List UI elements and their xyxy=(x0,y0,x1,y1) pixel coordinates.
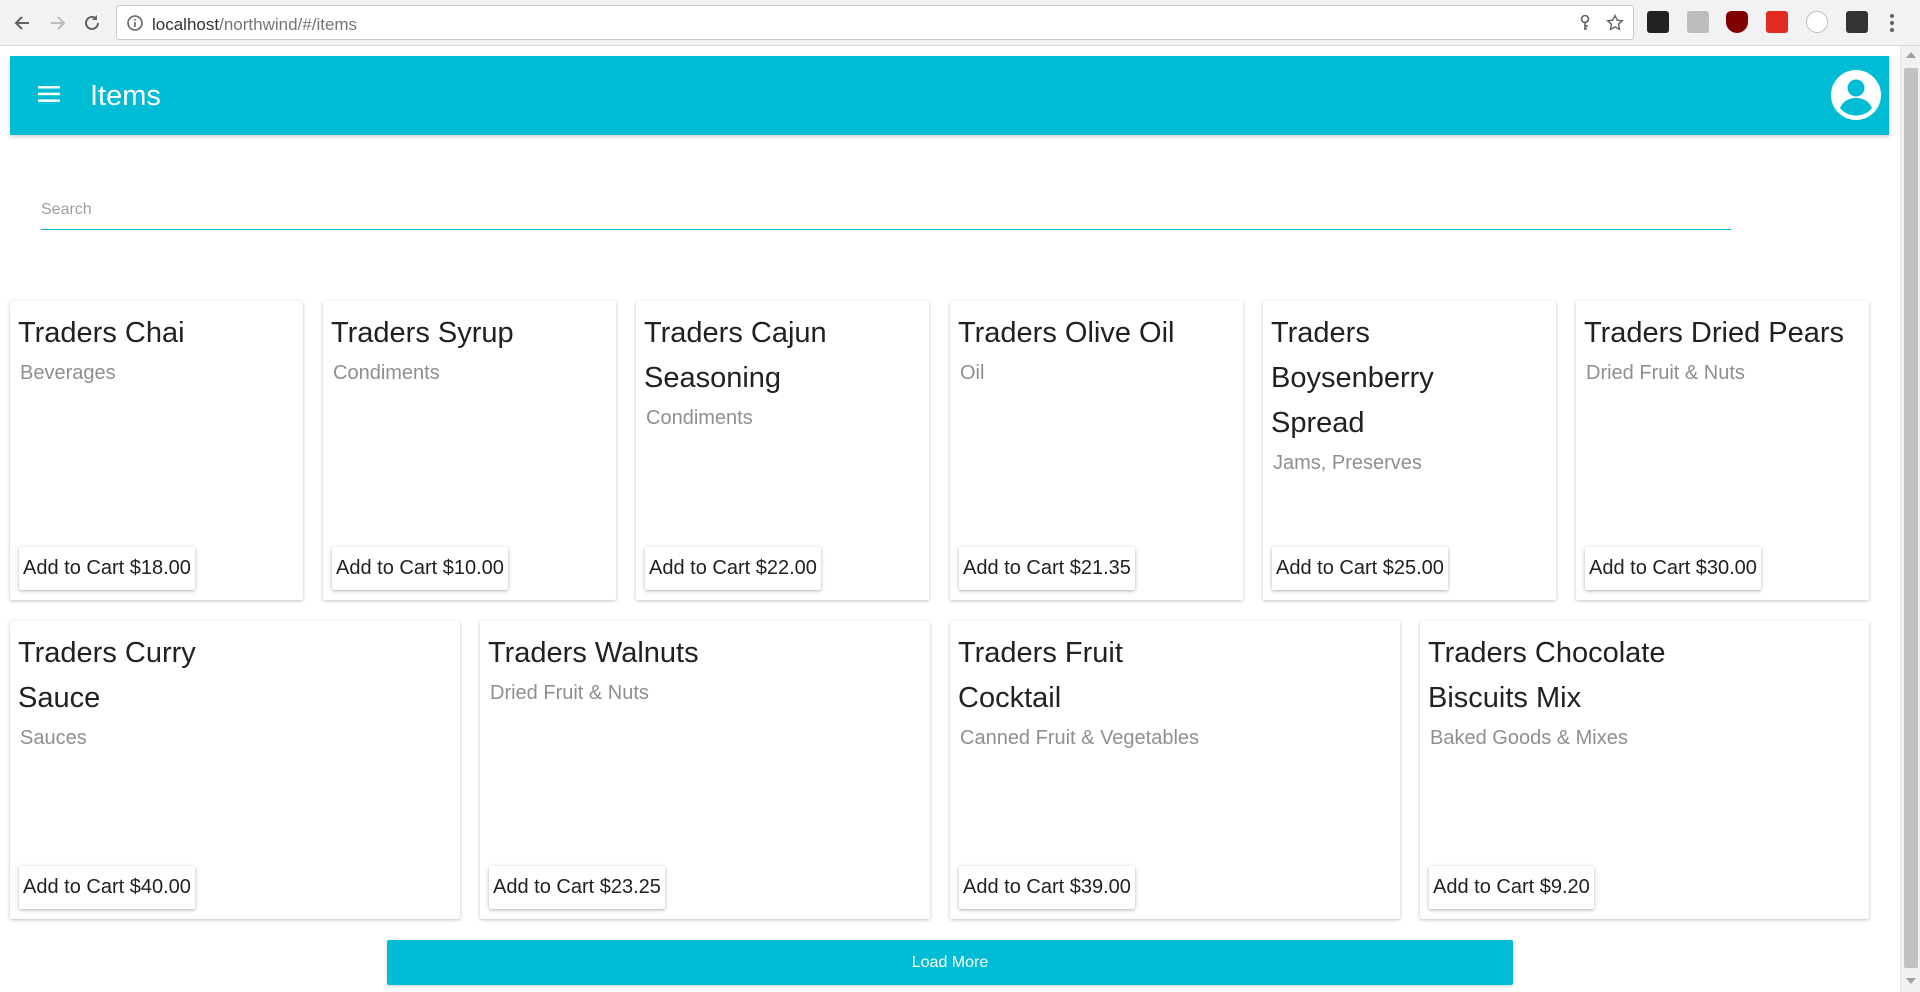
add-to-cart-button[interactable]: Add to Cart $22.00 xyxy=(645,547,821,590)
url-host: localhost xyxy=(152,15,220,34)
item-title-line: Traders Cajun xyxy=(644,317,827,349)
item-title: Traders Boysenberry Spread Jams, Preserves xyxy=(1271,311,1434,476)
address-bar[interactable]: localhost/northwind/#/items xyxy=(116,5,1634,40)
item-title: Traders Dried Pears Dried Fruit & Nuts xyxy=(1584,311,1844,386)
item-title-line: Traders Chai xyxy=(18,317,185,349)
item-title-line: Boysenberry xyxy=(1271,362,1434,394)
item-title-line: Cocktail xyxy=(958,682,1062,714)
item-card: Traders Boysenberry Spread Jams, Preserves A… xyxy=(1263,301,1556,600)
item-title-line: Traders Curry xyxy=(18,637,196,669)
item-card: Traders Olive Oil Oil Add to Cart $21.35 xyxy=(950,301,1243,600)
extension-k-icon[interactable] xyxy=(1687,11,1709,33)
extension-red-icon[interactable] xyxy=(1766,11,1788,33)
item-title: Traders Cajun Seasoning Condiments xyxy=(644,311,827,431)
add-to-cart-button[interactable]: Add to Cart $40.00 xyxy=(19,866,195,909)
item-card: Traders Curry Sauce Sauces Add to Cart $40.… xyxy=(10,621,460,919)
hamburger-menu-icon[interactable] xyxy=(37,82,61,111)
item-category: Canned Fruit & Vegetables xyxy=(960,727,1200,749)
item-title-line: Traders Fruit xyxy=(958,637,1123,669)
extension-glasses-icon[interactable] xyxy=(1647,11,1669,33)
item-category: Jams, Preserves xyxy=(1273,452,1422,474)
menu-dots-icon[interactable] xyxy=(1889,13,1895,38)
item-card: Traders Walnuts Dried Fruit & Nuts Add to … xyxy=(480,621,930,919)
load-more-button[interactable]: Load More xyxy=(387,940,1513,985)
item-category: Dried Fruit & Nuts xyxy=(1586,362,1745,384)
item-category: Sauces xyxy=(20,727,87,749)
item-card: Traders Fruit Cocktail Canned Fruit & Vege… xyxy=(950,621,1400,919)
extension-circle-icon[interactable] xyxy=(1806,11,1828,33)
back-icon[interactable] xyxy=(9,10,35,36)
forward-icon[interactable] xyxy=(45,10,71,36)
reload-icon[interactable] xyxy=(79,10,105,36)
item-title-line: Traders Dried Pears xyxy=(1584,317,1845,349)
add-to-cart-button[interactable]: Add to Cart $18.00 xyxy=(19,547,195,590)
add-to-cart-button[interactable]: Add to Cart $21.35 xyxy=(959,547,1135,590)
item-title-line: Spread xyxy=(1271,407,1365,439)
item-category: Condiments xyxy=(646,407,753,429)
item-category: Dried Fruit & Nuts xyxy=(490,682,649,704)
key-icon[interactable] xyxy=(1576,14,1594,37)
extension-film-icon[interactable] xyxy=(1846,11,1868,33)
scroll-up-icon[interactable] xyxy=(1906,52,1916,58)
item-card: Traders Dried Pears Dried Fruit & Nuts Add… xyxy=(1576,301,1869,600)
item-title: Traders Syrup Condiments xyxy=(331,311,514,386)
item-card: Traders Syrup Condiments Add to Cart $10.0… xyxy=(323,301,616,600)
item-card: Traders Chai Beverages Add to Cart $18.00 xyxy=(10,301,303,600)
add-to-cart-button[interactable]: Add to Cart $25.00 xyxy=(1272,547,1448,590)
scroll-down-icon[interactable] xyxy=(1906,978,1916,984)
url-text: localhost/northwind/#/items xyxy=(152,15,357,35)
add-to-cart-button[interactable]: Add to Cart $23.25 xyxy=(489,866,665,909)
item-title-line: Traders Walnuts xyxy=(488,637,699,669)
item-title-line: Sauce xyxy=(18,682,101,714)
scroll-thumb[interactable] xyxy=(1904,68,1918,968)
item-category: Baked Goods & Mixes xyxy=(1430,727,1628,749)
item-title: Traders Chocolate Biscuits Mix Baked Goods… xyxy=(1428,631,1665,751)
item-title-line: Seasoning xyxy=(644,362,782,394)
item-card: Traders Cajun Seasoning Condiments Add to C… xyxy=(636,301,929,600)
url-path: /northwind/#/items xyxy=(219,15,358,34)
add-to-cart-button[interactable]: Add to Cart $30.00 xyxy=(1585,547,1761,590)
item-title-line: Biscuits Mix xyxy=(1428,682,1582,714)
item-title: Traders Fruit Cocktail Canned Fruit & Vege… xyxy=(958,631,1199,751)
item-title: Traders Walnuts Dried Fruit & Nuts xyxy=(488,631,699,706)
browser-toolbar: localhost/northwind/#/items xyxy=(0,0,1920,46)
bookmark-star-icon[interactable] xyxy=(1606,13,1624,37)
search-field[interactable] xyxy=(41,183,1731,230)
site-info-icon[interactable] xyxy=(126,14,144,37)
item-title: Traders Curry Sauce Sauces xyxy=(18,631,196,751)
page-scrollbar[interactable] xyxy=(1900,46,1920,992)
page-title: Items xyxy=(90,80,161,112)
account-circle-icon[interactable] xyxy=(1830,69,1882,126)
item-category: Beverages xyxy=(20,362,116,384)
search-input[interactable] xyxy=(41,183,1731,229)
item-card: Traders Chocolate Biscuits Mix Baked Goods… xyxy=(1420,621,1869,919)
item-title-line: Traders Syrup xyxy=(331,317,514,349)
item-title: Traders Chai Beverages xyxy=(18,311,185,386)
item-category: Oil xyxy=(960,362,985,384)
item-title-line: Traders Olive Oil xyxy=(958,317,1175,349)
item-title-line: Traders xyxy=(1271,317,1370,349)
add-to-cart-button[interactable]: Add to Cart $39.00 xyxy=(959,866,1135,909)
item-category: Condiments xyxy=(333,362,440,384)
ublock-icon[interactable] xyxy=(1726,11,1748,33)
add-to-cart-button[interactable]: Add to Cart $9.20 xyxy=(1429,866,1594,909)
add-to-cart-button[interactable]: Add to Cart $10.00 xyxy=(332,547,508,590)
item-title: Traders Olive Oil Oil xyxy=(958,311,1174,386)
app-header: Items xyxy=(10,56,1889,135)
item-title-line: Traders Chocolate xyxy=(1428,637,1666,669)
